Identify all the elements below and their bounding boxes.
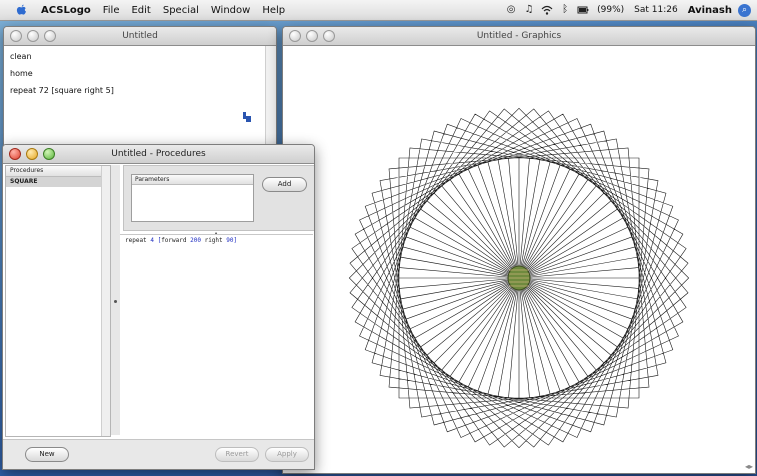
menu-edit[interactable]: Edit bbox=[131, 5, 150, 16]
code-number: 200 bbox=[190, 237, 201, 244]
zoom-icon[interactable] bbox=[323, 30, 335, 42]
menu-file[interactable]: File bbox=[103, 5, 120, 16]
bluetooth-icon[interactable]: ᛒ bbox=[559, 4, 571, 16]
menu-app-acslogo[interactable]: ACSLogo bbox=[41, 5, 91, 16]
window-controls bbox=[10, 30, 61, 42]
parameters-box: Parameters Add bbox=[123, 165, 314, 231]
zoom-icon[interactable] bbox=[43, 148, 55, 160]
code-bracket: ] bbox=[233, 237, 238, 244]
minimize-icon[interactable] bbox=[27, 30, 39, 42]
graphics-title: Untitled - Graphics bbox=[476, 31, 562, 41]
menu-special[interactable]: Special bbox=[163, 5, 199, 16]
menu-clock[interactable]: Sat 11:26 bbox=[634, 5, 678, 15]
resize-grip-icon[interactable]: ◂▸ bbox=[745, 462, 753, 471]
procedures-titlebar[interactable]: Untitled - Procedures bbox=[3, 145, 314, 164]
turtle-drawing bbox=[348, 107, 690, 449]
procedures-list-header[interactable]: Procedures bbox=[6, 166, 110, 177]
battery-percent: (99%) bbox=[597, 5, 625, 15]
divider-handle-icon bbox=[114, 300, 117, 303]
listener-line: repeat 72 [square right 5] bbox=[10, 86, 114, 95]
procedures-button-bar: New Revert Apply bbox=[3, 439, 314, 469]
turtle-canvas[interactable] bbox=[283, 46, 755, 473]
wifi-icon[interactable] bbox=[541, 4, 553, 16]
spotlight-icon[interactable]: ⌕ bbox=[738, 3, 751, 17]
add-parameter-button[interactable]: Add bbox=[262, 177, 307, 192]
listener-window: Untitled clean home repeat 72 [square ri… bbox=[3, 26, 277, 148]
apply-button[interactable]: Apply bbox=[265, 447, 309, 462]
window-controls bbox=[9, 148, 60, 160]
user-menu[interactable]: Avinash bbox=[688, 5, 732, 16]
code-number: 90 bbox=[226, 237, 234, 244]
listener-titlebar[interactable]: Untitled bbox=[4, 27, 276, 46]
list-item[interactable]: SQUARE bbox=[6, 177, 110, 187]
music-note-icon[interactable]: ♫ bbox=[523, 4, 535, 16]
listener-text-area[interactable]: clean home repeat 72 [square right 5] bbox=[4, 46, 276, 109]
graphics-titlebar[interactable]: Untitled - Graphics bbox=[283, 27, 755, 46]
listener-title: Untitled bbox=[122, 31, 158, 41]
new-procedure-button[interactable]: New bbox=[25, 447, 69, 462]
parameters-table[interactable]: Parameters bbox=[131, 174, 254, 222]
revert-button[interactable]: Revert bbox=[215, 447, 259, 462]
procedure-editor[interactable]: repeat 4 [forward 200 right 90] bbox=[120, 234, 313, 440]
procedures-list[interactable]: Procedures SQUARE bbox=[5, 165, 111, 437]
minimize-icon[interactable] bbox=[306, 30, 318, 42]
menu-bar: ACSLogo File Edit Special Window Help ◎ … bbox=[0, 0, 757, 21]
graphics-window: Untitled - Graphics ◂▸ bbox=[282, 26, 756, 474]
split-view-divider[interactable] bbox=[111, 165, 120, 435]
minimize-icon[interactable] bbox=[26, 148, 38, 160]
menu-extras: ◎ ♫ ᛒ (99%) Sat 11:26 Avinash ⌕ bbox=[499, 0, 751, 20]
menu-window[interactable]: Window bbox=[211, 5, 250, 16]
procedures-scrollbar[interactable] bbox=[101, 166, 110, 436]
sync-icon[interactable]: ◎ bbox=[505, 4, 517, 16]
procedures-title: Untitled - Procedures bbox=[111, 149, 206, 159]
code-number: 4 bbox=[150, 237, 154, 244]
procedure-code: repeat 4 [forward 200 right 90] bbox=[125, 237, 237, 244]
mouse-pointer-icon bbox=[242, 111, 252, 126]
menu-help[interactable]: Help bbox=[262, 5, 285, 16]
close-icon[interactable] bbox=[289, 30, 301, 42]
code-keyword: right bbox=[204, 237, 223, 244]
parameters-header[interactable]: Parameters bbox=[132, 175, 253, 185]
zoom-icon[interactable] bbox=[44, 30, 56, 42]
close-icon[interactable] bbox=[9, 148, 21, 160]
battery-icon[interactable] bbox=[577, 4, 589, 16]
procedures-window: Untitled - Procedures Procedures SQUARE … bbox=[2, 144, 315, 470]
apple-menu-icon[interactable] bbox=[16, 4, 27, 16]
listener-scrollbar[interactable] bbox=[265, 46, 276, 147]
listener-line: home bbox=[10, 69, 33, 78]
code-keyword: repeat bbox=[125, 237, 147, 244]
listener-line: clean bbox=[10, 52, 32, 61]
turtle-icon bbox=[507, 265, 531, 291]
desktop: ACSLogo File Edit Special Window Help ◎ … bbox=[0, 0, 757, 476]
window-controls bbox=[289, 30, 340, 42]
close-icon[interactable] bbox=[10, 30, 22, 42]
code-keyword: forward bbox=[161, 237, 187, 244]
